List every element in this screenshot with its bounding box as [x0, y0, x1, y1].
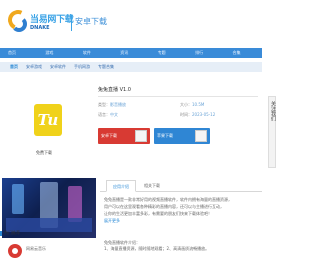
row-value: 2023-05-12: [192, 112, 216, 117]
subnav-item[interactable]: 专题合集: [98, 64, 114, 70]
nav-item-ranking[interactable]: 排行: [187, 48, 224, 58]
subnav-item[interactable]: 手机网游: [74, 64, 90, 70]
app-info-panel: 兔兔直播 V1.0 类型：影音播放 大小：10.5M 语言：中文 时间：2023…: [98, 86, 258, 156]
logo-divider: [71, 15, 72, 31]
recommended-app-name[interactable]: 网易云音乐: [26, 246, 46, 252]
logo-swirl-icon: [5, 7, 31, 33]
qr-code-icon: [135, 130, 147, 142]
side-float-bar: 关注我们: [268, 54, 276, 260]
breadcrumb: 首页 安卓游戏 安卓软件 手机网游 专题合集: [0, 62, 262, 72]
android-download-label: 安卓下载: [101, 133, 117, 138]
tab-intro[interactable]: 应用介绍: [106, 180, 136, 192]
row-value: 中文: [110, 112, 118, 117]
info-row-type: 类型：影音播放: [98, 102, 126, 108]
app-feature-list: 兔兔直播软件介绍： 1、海量直播资源，随时随地观看；2、高清画质流畅播放。: [104, 240, 264, 252]
feature-line: 1、海量直播资源，随时随地观看；2、高清画质流畅播放。: [104, 246, 210, 251]
ios-download-label: 苹果下载: [157, 133, 173, 138]
recommended-app-icon[interactable]: [8, 244, 22, 258]
breadcrumb-home[interactable]: 首页: [10, 64, 18, 70]
row-value: 10.5M: [192, 102, 205, 107]
row-label: 大小：: [180, 102, 192, 107]
app-description: 兔兔直播是一款非常好用的视频直播软件，软件内拥有海量的直播资源， 用户可以在这里…: [104, 196, 264, 224]
ios-download-button[interactable]: 苹果下载: [154, 128, 210, 144]
site-logo[interactable]: 当易网下载 DNAKE 安卓下载: [5, 7, 108, 36]
logo-slogan: 安卓下载: [75, 17, 107, 26]
nav-item-home[interactable]: 首页: [0, 48, 37, 58]
app-icon: Tu: [34, 104, 62, 136]
follow-tab-label: 关注我们: [270, 101, 276, 121]
info-divider: [98, 96, 258, 97]
desc-line: 用户可以在这里观看各种精彩的直播内容，还可以与主播进行互动，: [104, 204, 224, 209]
detail-tabs: 应用介绍 相关下载: [100, 180, 262, 192]
row-label: 类型：: [98, 102, 110, 107]
logo-text: 当易网下载: [30, 15, 74, 25]
app-icon-caption: 免费下载: [36, 150, 52, 155]
info-row-date: 时间：2023-05-12: [180, 112, 215, 118]
row-value[interactable]: 影音播放: [110, 102, 126, 107]
main-nav: 首页 游戏 软件 资讯 专题 排行 合集: [0, 48, 262, 58]
subnav-item[interactable]: 安卓软件: [50, 64, 66, 70]
app-screenshot[interactable]: [2, 178, 96, 238]
nav-item-collection[interactable]: 合集: [225, 48, 262, 58]
app-title: 兔兔直播 V1.0: [98, 87, 131, 93]
tab-related[interactable]: 相关下载: [138, 180, 166, 192]
desc-line: 兔兔直播是一款非常好用的视频直播软件，软件内拥有海量的直播资源，: [104, 197, 232, 202]
expand-more-link[interactable]: 展开更多: [104, 217, 264, 224]
follow-tab[interactable]: 关注我们: [268, 96, 276, 168]
android-download-button[interactable]: 安卓下载: [98, 128, 150, 144]
logo-subtext: DNAKE: [30, 25, 50, 31]
info-row-size: 大小：10.5M: [180, 102, 204, 108]
recommend-section-title: 热门推荐: [0, 230, 20, 236]
row-label: 时间：: [180, 112, 192, 117]
nav-item-games[interactable]: 游戏: [37, 48, 74, 58]
info-row-language: 语言：中文: [98, 112, 118, 118]
nav-item-news[interactable]: 资讯: [112, 48, 149, 58]
nav-item-topics[interactable]: 专题: [150, 48, 187, 58]
app-icon-letter: Tu: [37, 111, 59, 129]
row-label: 语言：: [98, 112, 110, 117]
nav-item-software[interactable]: 软件: [75, 48, 112, 58]
subnav-item[interactable]: 安卓游戏: [26, 64, 42, 70]
desc-line: 让你的生活更加丰富多彩，有需要的朋友们快来下载体验吧！: [104, 211, 212, 216]
qr-code-icon: [195, 130, 207, 142]
